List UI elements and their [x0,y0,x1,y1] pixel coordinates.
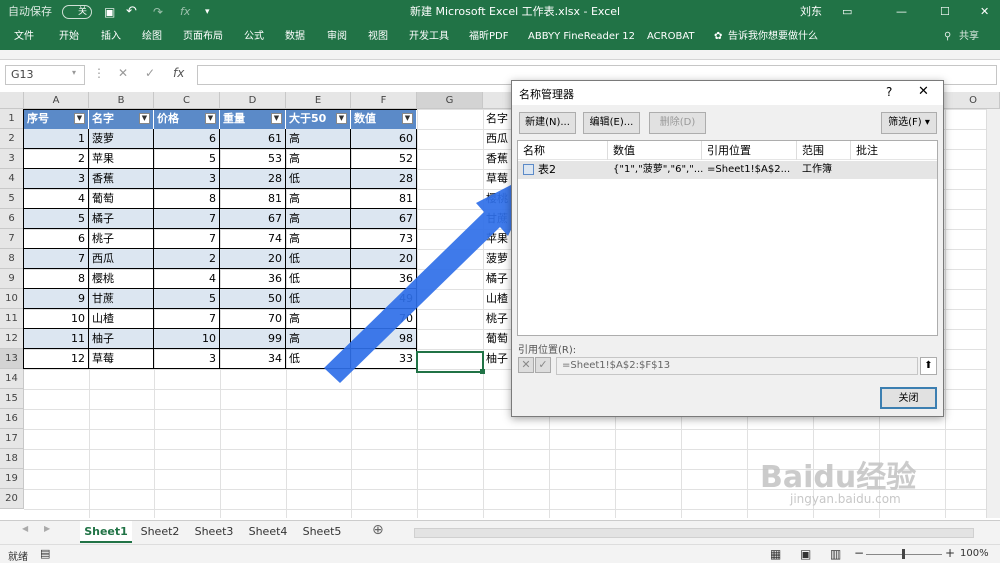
zoom-out-icon[interactable]: − [854,546,864,560]
zoom-level[interactable]: 100% [960,548,989,559]
item-scope: 工作簿 [802,164,832,175]
table-icon [523,164,534,175]
list-header: 名称 数值 引用位置 范围 批注 [518,141,937,160]
filter-button[interactable]: 筛选(F) ▾ [881,112,937,134]
list-header-comment[interactable]: 批注 [851,141,937,160]
status-bar: 就绪 ▤ ▦ ▣ ▥ − + 100% [0,544,1000,563]
scroll-left-icon[interactable]: ◀ [22,524,28,533]
zoom-slider-thumb[interactable] [902,549,905,559]
edit-button[interactable]: 编辑(E)... [583,112,640,134]
add-sheet-icon[interactable]: ⊕ [372,522,384,538]
list-header-name[interactable]: 名称 [518,141,608,160]
sheet-tab-3[interactable]: Sheet3 [188,521,240,543]
list-header-scope[interactable]: 范围 [797,141,851,160]
normal-view-icon[interactable]: ▦ [770,547,781,561]
horizontal-scrollbar[interactable] [414,528,974,538]
refers-to-value: =Sheet1!$A$2:$F$13 [562,360,671,371]
page-layout-view-icon[interactable]: ▣ [800,547,811,561]
sheet-tab-2[interactable]: Sheet2 [134,521,186,543]
refers-to-label: 引用位置(R): [518,345,577,356]
list-header-refers-to[interactable]: 引用位置 [702,141,797,160]
zoom-in-icon[interactable]: + [945,546,955,560]
cancel-edit-icon[interactable]: ✕ [518,357,534,373]
arrow-shape [324,170,540,383]
sheet-tab-4[interactable]: Sheet4 [242,521,294,543]
watermark-logo: Baidu经验 [760,452,916,496]
dialog-title-bar: 名称管理器 ? ✕ [512,81,943,105]
list-item[interactable]: 表2 {"1","菠萝","6","... =Sheet1!$A$2... 工作… [518,161,937,179]
vertical-scrollbar[interactable] [986,109,1000,518]
dialog-close-icon[interactable]: ✕ [918,84,929,99]
names-list[interactable]: 名称 数值 引用位置 范围 批注 表2 {"1","菠萝","6","... =… [517,140,938,336]
collapse-dialog-icon[interactable]: ⬆ [920,357,937,375]
refers-to-input[interactable]: =Sheet1!$A$2:$F$13 [556,357,918,375]
sheet-tab-1[interactable]: Sheet1 [80,521,132,543]
item-value: {"1","菠萝","6","... [613,164,704,175]
sheet-tab-5[interactable]: Sheet5 [296,521,348,543]
ready-status: 就绪 [8,552,28,563]
scroll-right-icon[interactable]: ▶ [44,524,50,533]
macro-record-icon[interactable]: ▤ [40,547,50,560]
close-button[interactable]: 关闭 [880,387,937,409]
name-manager-dialog: 名称管理器 ? ✕ 新建(N)... 编辑(E)... 删除(D) 筛选(F) … [511,80,944,417]
dialog-title: 名称管理器 [519,88,574,101]
list-header-value[interactable]: 数值 [608,141,702,160]
watermark-url: jingyan.baidu.com [790,492,901,506]
help-icon[interactable]: ? [886,85,892,99]
delete-button[interactable]: 删除(D) [649,112,706,134]
watermark-text: Baidu经验 [760,460,917,495]
confirm-edit-icon[interactable]: ✓ [535,357,551,373]
new-button[interactable]: 新建(N)... [519,112,576,134]
item-refers-to: =Sheet1!$A$2... [707,164,791,175]
page-break-view-icon[interactable]: ▥ [830,547,841,561]
item-name: 表2 [538,163,556,176]
sheet-tabs-bar: ◀ ▶ Sheet1 Sheet2 Sheet3 Sheet4 Sheet5 ⊕ [0,520,1000,544]
